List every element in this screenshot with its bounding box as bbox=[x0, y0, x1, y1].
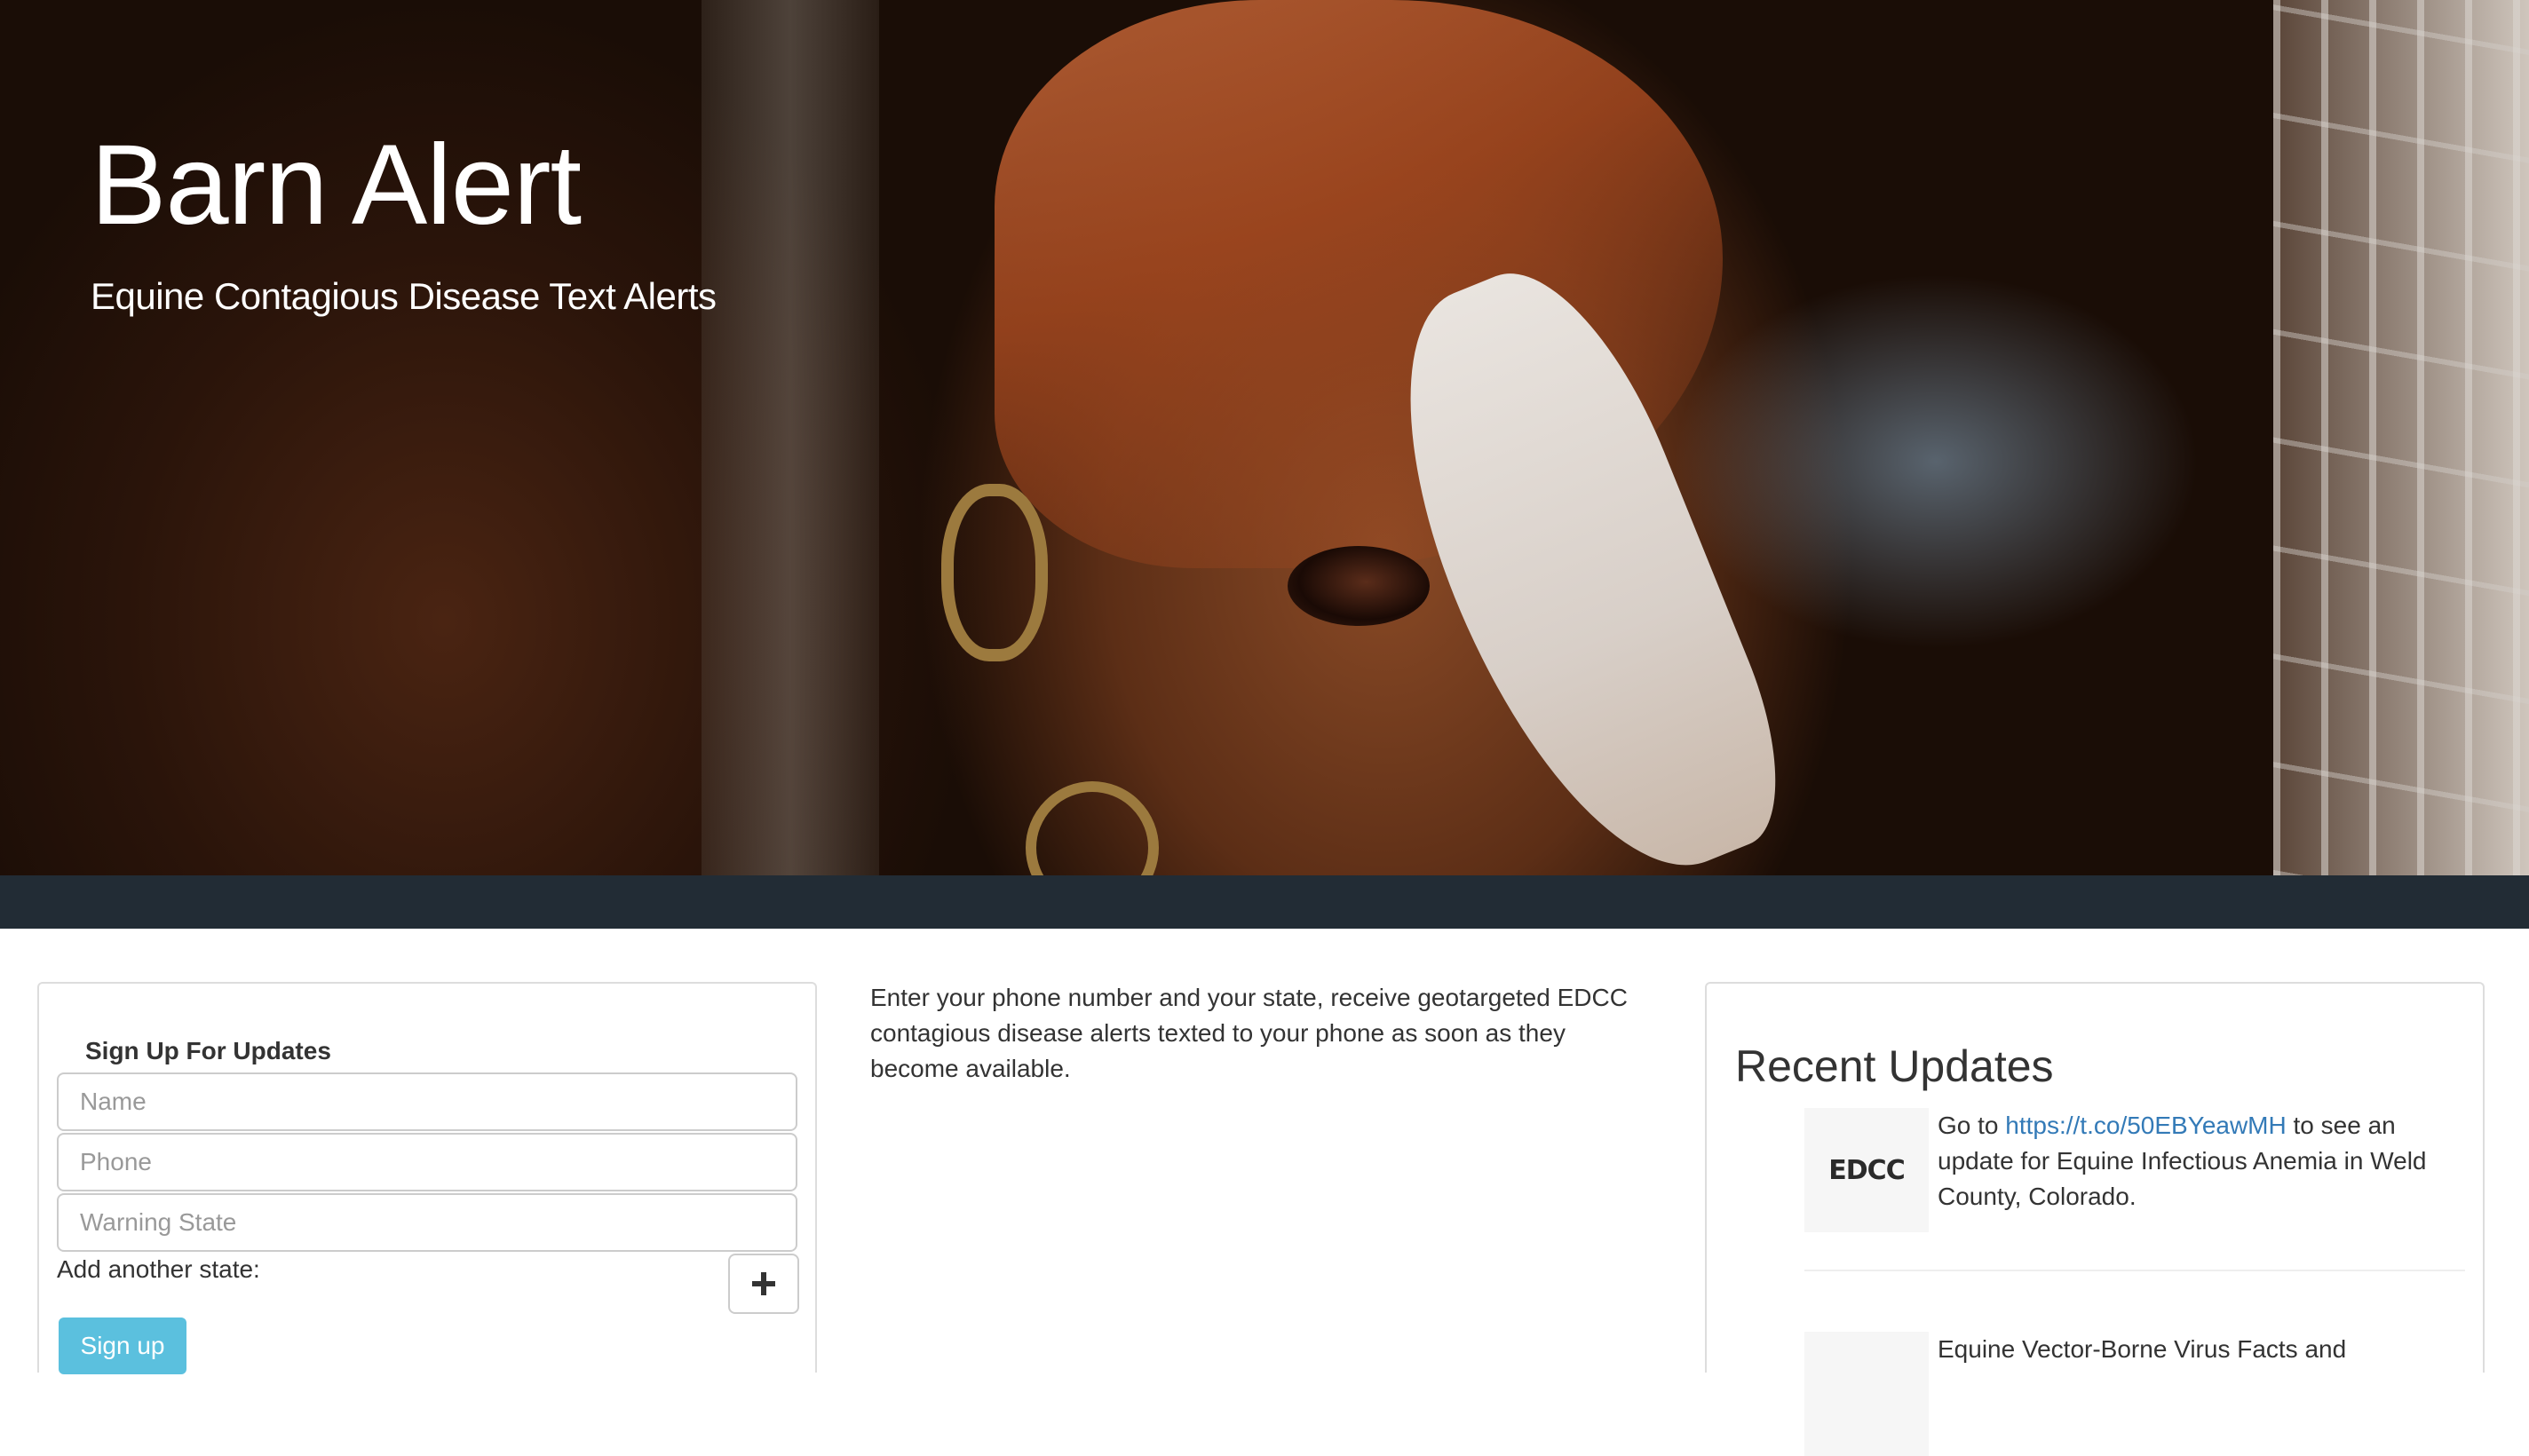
warning-state-input[interactable] bbox=[57, 1193, 797, 1252]
recent-updates-title: Recent Updates bbox=[1735, 1041, 2054, 1091]
recent-updates-panel: Recent Updates EDCC Go to https://t.co/5… bbox=[1705, 982, 2485, 1456]
signup-button[interactable]: Sign up bbox=[59, 1318, 186, 1374]
halter-ring bbox=[941, 484, 1048, 661]
navbar bbox=[0, 875, 2529, 929]
stall-gate bbox=[2273, 0, 2529, 875]
hero-banner: Barn Alert Equine Contagious Disease Tex… bbox=[0, 0, 2529, 875]
page-subtitle: Equine Contagious Disease Text Alerts bbox=[91, 275, 717, 317]
edcc-logo: EDCC bbox=[1804, 1108, 1929, 1232]
signup-panel: Sign Up For Updates Add another state: S… bbox=[37, 982, 817, 1374]
update-thumbnail bbox=[1804, 1332, 1929, 1456]
phone-input[interactable] bbox=[57, 1133, 797, 1191]
halter-ring-lower bbox=[1026, 781, 1159, 875]
page-title: Barn Alert bbox=[91, 122, 582, 249]
plus-icon bbox=[752, 1272, 775, 1295]
add-state-label: Add another state: bbox=[57, 1255, 260, 1283]
update-text: Equine Vector-Borne Virus Facts and bbox=[1938, 1335, 2347, 1363]
add-state-button[interactable] bbox=[728, 1254, 799, 1314]
edcc-logo-text: EDCC bbox=[1828, 1154, 1905, 1186]
barn-post bbox=[702, 0, 879, 875]
update-link[interactable]: https://t.co/50EBYeawMH bbox=[2005, 1112, 2286, 1139]
signup-heading: Sign Up For Updates bbox=[85, 1037, 331, 1064]
intro-text: Enter your phone number and your state, … bbox=[870, 984, 1628, 1082]
horse-eye bbox=[1288, 546, 1430, 626]
update-divider bbox=[1804, 1270, 2465, 1271]
name-input[interactable] bbox=[57, 1072, 797, 1131]
update-text: Go to https://t.co/50EBYeawMH to see an … bbox=[1938, 1112, 2427, 1210]
